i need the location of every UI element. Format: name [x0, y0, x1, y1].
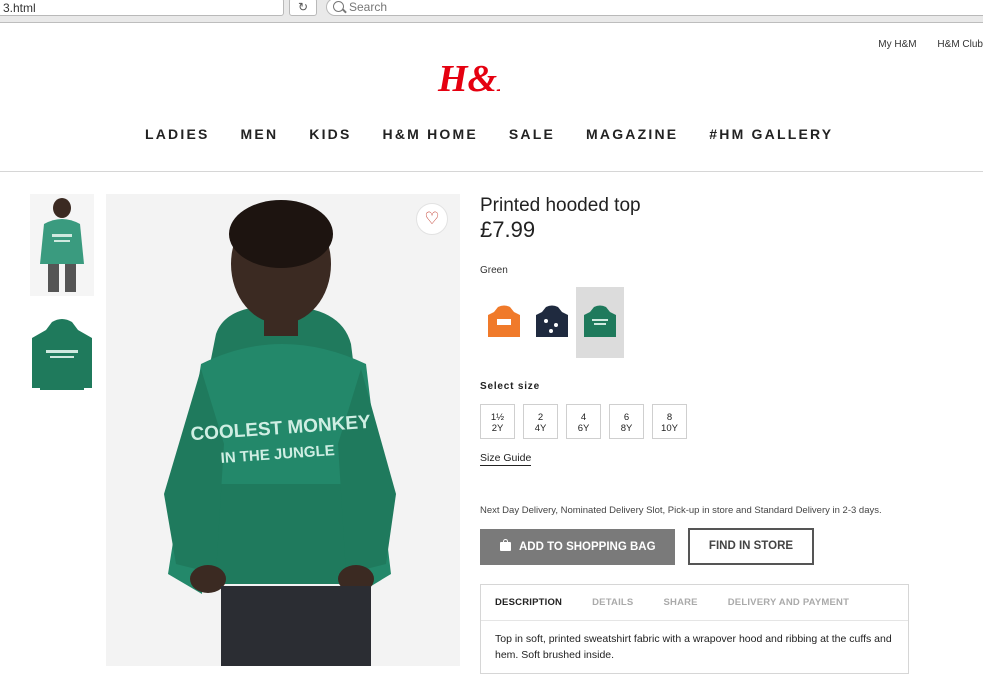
thumbnail-model[interactable] — [30, 194, 94, 296]
add-to-bag-button[interactable]: ADD TO SHOPPING BAG — [480, 529, 675, 565]
thumbnail-garment[interactable] — [30, 318, 94, 394]
tab-share[interactable]: SHARE — [663, 597, 697, 608]
top-links: My H&M H&M Club — [860, 39, 983, 50]
nav-divider — [0, 171, 983, 172]
nav-hm-gallery[interactable]: #HM GALLERY — [709, 126, 833, 142]
nav-hm-home[interactable]: H&M HOME — [383, 126, 478, 142]
find-in-store-button[interactable]: FIND IN STORE — [688, 528, 814, 565]
product-title: Printed hooded top — [480, 195, 641, 216]
hm-club-link[interactable]: H&M Club — [937, 39, 983, 50]
my-hm-link[interactable]: My H&M — [878, 39, 916, 50]
address-bar[interactable]: 3.html — [0, 0, 284, 16]
add-to-bag-label: ADD TO SHOPPING BAG — [519, 541, 656, 553]
heart-icon: ♡ — [424, 209, 440, 228]
browser-toolbar: 3.html ↻ Search — [0, 0, 983, 23]
size-option[interactable]: 2 4Y — [523, 404, 558, 439]
nav-magazine[interactable]: MAGAZINE — [586, 126, 678, 142]
selected-color-name: Green — [480, 265, 508, 276]
reload-icon[interactable]: ↻ — [289, 0, 317, 16]
product-main-image[interactable]: COOLEST MONKEY IN THE JUNGLE — [106, 194, 460, 666]
favorite-button[interactable]: ♡ — [416, 203, 448, 235]
tab-divider — [481, 620, 908, 621]
search-placeholder: Search — [349, 0, 388, 14]
product-info-tabs: DESCRIPTION DETAILS SHARE DELIVERY AND P… — [480, 584, 909, 674]
main-nav: LADIES MEN KIDS H&M HOME SALE MAGAZINE #… — [145, 126, 864, 142]
product-description: Top in soft, printed sweatshirt fabric w… — [495, 633, 892, 661]
color-swatches — [480, 287, 624, 358]
size-options: 1½ 2Y 2 4Y 4 6Y 6 8Y 8 10Y — [480, 404, 695, 439]
size-option[interactable]: 1½ 2Y — [480, 404, 515, 439]
nav-men[interactable]: MEN — [241, 126, 279, 142]
swatch-orange[interactable] — [480, 287, 528, 358]
nav-kids[interactable]: KIDS — [309, 126, 351, 142]
nav-ladies[interactable]: LADIES — [145, 126, 210, 142]
browser-search-input[interactable]: Search — [326, 0, 983, 16]
nav-sale[interactable]: SALE — [509, 126, 555, 142]
hm-logo[interactable]: H&M — [436, 55, 500, 99]
size-option[interactable]: 6 8Y — [609, 404, 644, 439]
delivery-note: Next Day Delivery, Nominated Delivery Sl… — [480, 505, 882, 516]
tab-delivery-payment[interactable]: DELIVERY AND PAYMENT — [728, 597, 849, 608]
tab-description[interactable]: DESCRIPTION — [495, 597, 562, 608]
size-label: Select size — [480, 381, 540, 392]
logo-text: H&M — [437, 58, 500, 99]
size-guide-link[interactable]: Size Guide — [480, 452, 532, 466]
swatch-green[interactable] — [576, 287, 624, 358]
size-option[interactable]: 4 6Y — [566, 404, 601, 439]
product-price: £7.99 — [480, 217, 536, 242]
swatch-navy[interactable] — [528, 287, 576, 358]
shopping-bag-icon — [500, 539, 511, 551]
tab-details[interactable]: DETAILS — [592, 597, 633, 608]
search-icon — [333, 1, 344, 12]
size-option[interactable]: 8 10Y — [652, 404, 687, 439]
